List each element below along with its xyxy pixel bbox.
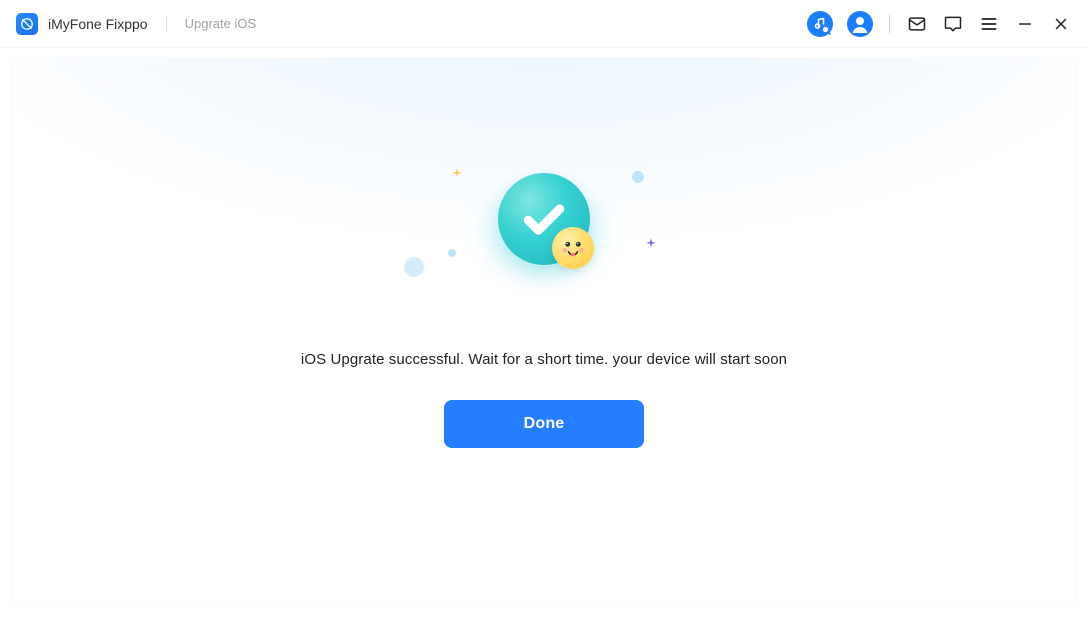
status-message: iOS Upgrate successful. Wait for a short… [301, 351, 787, 368]
done-button[interactable]: Done [444, 400, 644, 448]
titlebar: iMyFone Fixppo Upgrate iOS [0, 0, 1088, 48]
mail-icon[interactable] [906, 13, 928, 35]
divider [889, 15, 890, 33]
minimize-button[interactable] [1014, 13, 1036, 35]
account-icon[interactable] [847, 11, 873, 37]
app-logo-icon [16, 13, 38, 35]
menu-icon[interactable] [978, 13, 1000, 35]
content-area: iOS Upgrate successful. Wait for a short… [0, 48, 1088, 618]
divider [166, 16, 167, 32]
main-panel: iOS Upgrate successful. Wait for a short… [12, 58, 1076, 606]
titlebar-right [807, 11, 1072, 37]
bubble-icon [632, 171, 644, 183]
chat-icon[interactable] [942, 13, 964, 35]
app-title: iMyFone Fixppo [48, 16, 148, 32]
bubble-icon [404, 257, 424, 277]
titlebar-left: iMyFone Fixppo Upgrate iOS [16, 13, 256, 35]
smiley-icon [552, 227, 594, 269]
breadcrumb: Upgrate iOS [185, 16, 257, 31]
close-button[interactable] [1050, 13, 1072, 35]
bubble-icon [448, 249, 456, 257]
sparkle-icon [450, 167, 464, 181]
sparkle-icon [644, 237, 658, 251]
app-window: iMyFone Fixppo Upgrate iOS [0, 0, 1088, 618]
music-icon[interactable] [807, 11, 833, 37]
success-illustration [454, 173, 634, 303]
